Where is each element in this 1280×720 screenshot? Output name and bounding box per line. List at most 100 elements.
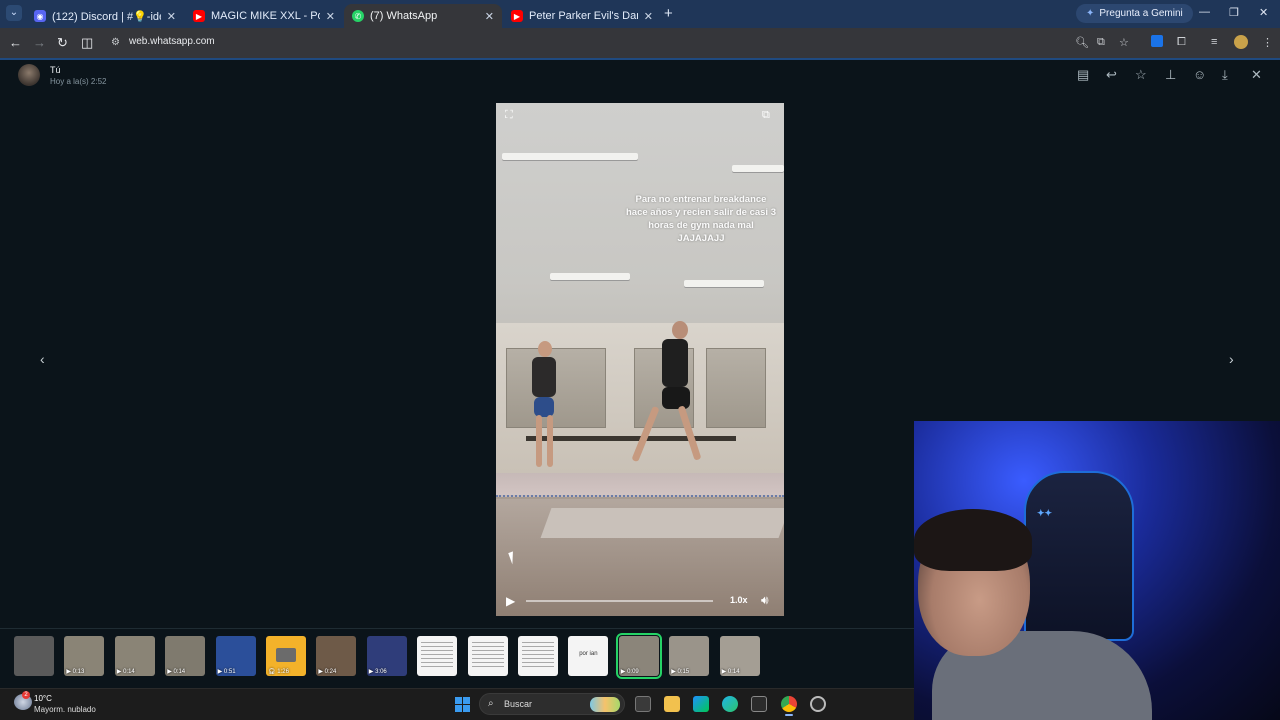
tab-title: (122) Discord | #💡-ideas-para [52, 10, 161, 23]
tab-youtube-peter-parker[interactable]: ▶ Peter Parker Evil's Dance (Scene ✕ [503, 4, 661, 28]
close-icon[interactable]: ✕ [326, 10, 335, 23]
youtube-icon: ▶ [511, 10, 523, 22]
browser-tab-bar: ⌄ ◉ (122) Discord | #💡-ideas-para ✕ ▶ MA… [0, 0, 1280, 28]
image-placeholder-icon [276, 648, 296, 662]
tab-search-menu-icon[interactable]: ⌄ [6, 5, 22, 21]
ms-store-icon[interactable] [751, 696, 767, 712]
document-preview-lines [471, 642, 504, 668]
gemini-button[interactable]: ✦ Pregunta a Gemini [1076, 4, 1193, 23]
weather-notification-badge: 2 [22, 691, 30, 699]
media-thumbnail[interactable]: ▶ 0:14 [165, 636, 206, 676]
person-head [538, 341, 552, 357]
close-icon[interactable]: ✕ [167, 10, 176, 23]
media-thumbnail[interactable] [518, 636, 558, 676]
close-icon[interactable]: ✕ [1251, 67, 1262, 83]
store-app-icon[interactable] [693, 696, 709, 712]
previous-media-icon[interactable]: ‹ [40, 351, 45, 367]
fullscreen-icon[interactable]: ⛶ [505, 109, 513, 122]
emoji-icon[interactable]: ☺ [1193, 67, 1206, 82]
video-player[interactable]: Para no entrenar breakdance hace años y … [496, 103, 784, 616]
more-menu-icon[interactable]: ⋮ [1262, 36, 1273, 49]
floor-mat [540, 508, 784, 538]
search-label: Buscar [504, 699, 533, 709]
edge-icon[interactable] [722, 696, 738, 712]
task-view-icon[interactable] [635, 696, 651, 712]
obs-icon[interactable] [810, 696, 826, 712]
zoom-icon[interactable]: 🔍︎ [1075, 36, 1089, 49]
thumbnail-duration: ▶ 0:14 [167, 669, 186, 675]
bookmark-star-icon[interactable]: ☆ [1119, 36, 1129, 49]
ceiling-light [684, 280, 764, 287]
media-thumbnail[interactable]: ▶ 0:14 [719, 636, 760, 676]
media-thumbnail[interactable]: ▶ 3:06 [366, 636, 407, 676]
sidebar-icon[interactable]: ◫ [81, 35, 93, 51]
tab-youtube-magic-mike[interactable]: ▶ MAGIC MIKE XXL - Pony - Oficia ✕ [185, 4, 343, 28]
thumbnail-duration: ▶ 0:14 [116, 669, 135, 675]
thumbnail-text: por ian [579, 651, 598, 657]
windows-start-icon[interactable] [455, 697, 470, 712]
back-icon[interactable]: ← [9, 35, 22, 50]
profile-avatar[interactable] [1234, 35, 1248, 49]
reading-list-icon[interactable]: ≡ [1211, 36, 1217, 48]
weather-description[interactable]: Mayorm. nublado [34, 705, 96, 714]
media-thumbnail[interactable]: ▶ 0:09 [615, 633, 662, 679]
media-thumbnail[interactable] [14, 636, 54, 676]
tab-whatsapp[interactable]: ✆ (7) WhatsApp ✕ [344, 4, 502, 28]
gaming-chair [1024, 471, 1134, 641]
person-leg [536, 415, 542, 467]
tab-discord[interactable]: ◉ (122) Discord | #💡-ideas-para ✕ [26, 4, 184, 28]
taskbar-search-box[interactable]: ⌕ Buscar [479, 693, 625, 715]
picture-in-picture-icon[interactable]: ⧉ [762, 109, 770, 122]
media-thumbnail[interactable]: ▶ 0:24 [316, 636, 357, 676]
reply-icon[interactable]: ↩ [1106, 67, 1117, 83]
discord-icon: ◉ [34, 10, 46, 22]
sender-avatar[interactable] [18, 64, 40, 86]
person-body [532, 357, 556, 397]
weather-temperature[interactable]: 10°C [34, 694, 52, 703]
thumbnail-duration: ▶ 0:13 [66, 669, 85, 675]
forward-icon[interactable]: → [33, 35, 46, 50]
close-icon[interactable]: ✕ [485, 10, 494, 23]
thumbnail-duration: ▶ 0:09 [620, 669, 639, 675]
media-thumbnail[interactable]: por ian [568, 636, 609, 676]
star-icon[interactable]: ☆ [1135, 67, 1147, 83]
tab-title: MAGIC MIKE XXL - Pony - Oficia [211, 10, 320, 22]
download-icon[interactable]: ⤓ [1222, 67, 1228, 83]
address-bar-row: ← → ↻ ◫ ⚙ web.whatsapp.com 🔍︎ ⧉ ☆ ⧠ ≡ ⋮ [0, 28, 1280, 58]
thumbnail-duration: ▶ 0:24 [318, 669, 337, 675]
volume-icon[interactable]: 🔊︎ [761, 593, 769, 608]
playback-speed-button[interactable]: 1.0x [730, 595, 748, 605]
media-thumbnail[interactable]: ▶ 0:15 [669, 636, 710, 676]
next-media-icon[interactable]: › [1229, 351, 1234, 367]
media-thumbnail[interactable] [467, 636, 508, 676]
file-explorer-icon[interactable] [664, 696, 680, 712]
caption-icon[interactable]: ▤ [1077, 67, 1089, 83]
site-info-icon[interactable]: ⚙ [111, 37, 120, 48]
new-tab-button[interactable]: + [664, 5, 673, 22]
close-icon[interactable]: ✕ [644, 10, 653, 23]
pin-icon[interactable]: ⊥ [1165, 67, 1176, 83]
install-app-icon[interactable]: ⧉ [1097, 36, 1105, 49]
sent-time: Hoy a la(s) 2:52 [50, 77, 107, 86]
thumbnail-duration: ▶ 0:15 [671, 669, 690, 675]
media-thumbnail[interactable]: 🎧︎ 1:26 [266, 636, 306, 676]
reload-icon[interactable]: ↻ [57, 35, 68, 51]
person-head [672, 321, 688, 339]
minimize-icon[interactable]: — [1199, 6, 1210, 18]
document-preview-lines [421, 642, 454, 668]
media-thumbnail[interactable]: ▶ 0:14 [114, 636, 155, 676]
progress-bar[interactable] [526, 600, 713, 602]
chrome-icon[interactable] [781, 696, 797, 712]
gemini-sparkle-icon: ✦ [1086, 8, 1095, 19]
tab-title: Peter Parker Evil's Dance (Scene [529, 10, 638, 22]
restore-icon[interactable]: ❐ [1229, 6, 1239, 19]
active-app-indicator [785, 714, 793, 716]
extension-icon[interactable] [1151, 35, 1163, 47]
url-field[interactable]: web.whatsapp.com [129, 36, 215, 47]
media-thumbnail[interactable] [417, 636, 458, 676]
media-thumbnail[interactable]: ▶ 0:13 [64, 636, 105, 676]
window-close-icon[interactable]: ✕ [1259, 6, 1268, 19]
play-icon[interactable]: ▶ [506, 594, 515, 608]
extensions-icon[interactable]: ⧠ [1177, 36, 1186, 49]
media-thumbnail[interactable]: ▶ 0:51 [215, 636, 256, 676]
